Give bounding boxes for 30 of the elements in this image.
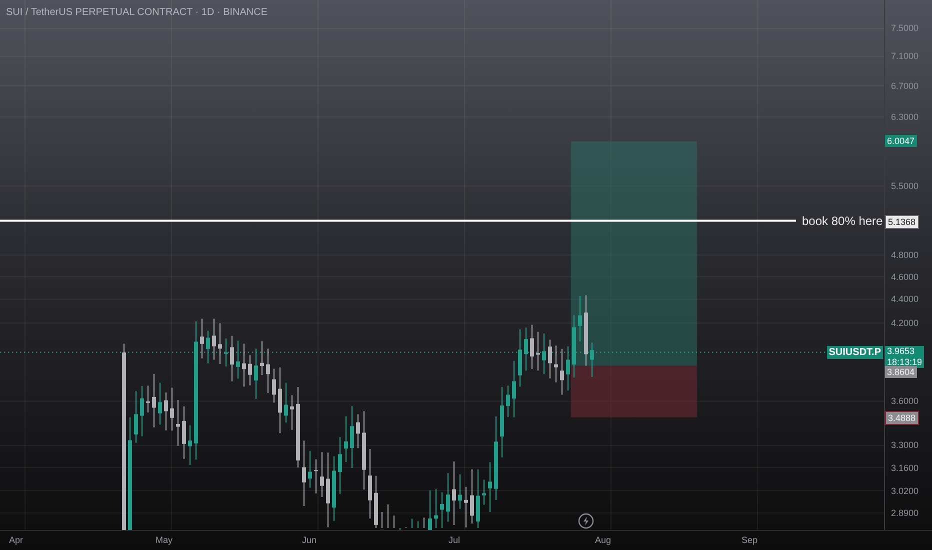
line-price-tag: 5.1368 (885, 214, 919, 229)
symbol-tag: SUIUSDT.P (826, 346, 883, 360)
stop-price-tag: 3.4888 (885, 411, 919, 426)
line-label: book 80% here (802, 214, 883, 227)
time-label: Jun (302, 536, 317, 545)
price-label: 5.5000 (891, 182, 919, 191)
price-label: 2.8900 (891, 508, 919, 518)
price-label: 6.3000 (891, 113, 919, 122)
last-price: 3.9653 (887, 346, 916, 358)
lightning-icon (578, 513, 594, 529)
price-label: 4.6000 (891, 272, 919, 282)
price-label: 4.4000 (891, 295, 919, 304)
target-price-tag: 6.0047 (885, 135, 917, 148)
price-label: 4.8000 (891, 251, 919, 260)
price-label: 7.5000 (891, 24, 919, 34)
price-label: 6.7000 (891, 82, 919, 91)
price-label: 3.6000 (891, 397, 919, 406)
chart-title: SUI / TetherUS PERPETUAL CONTRACT · 1D · BINANCE (6, 6, 268, 20)
time-label: May (156, 536, 173, 545)
time-label: Aug (595, 536, 612, 545)
time-label: Apr (9, 536, 24, 545)
price-label: 3.1600 (891, 464, 919, 472)
price-label: 7.1000 (891, 52, 919, 62)
price-label: 4.2000 (891, 318, 919, 328)
price-label: 3.3000 (891, 441, 919, 450)
time-label: Jul (448, 536, 460, 545)
bar-countdown: 18:13:19 (887, 357, 922, 368)
price-label: 3.0200 (891, 486, 919, 496)
time-label: Sep (742, 536, 758, 545)
entry-price-tag: 3.8604 (885, 366, 917, 378)
